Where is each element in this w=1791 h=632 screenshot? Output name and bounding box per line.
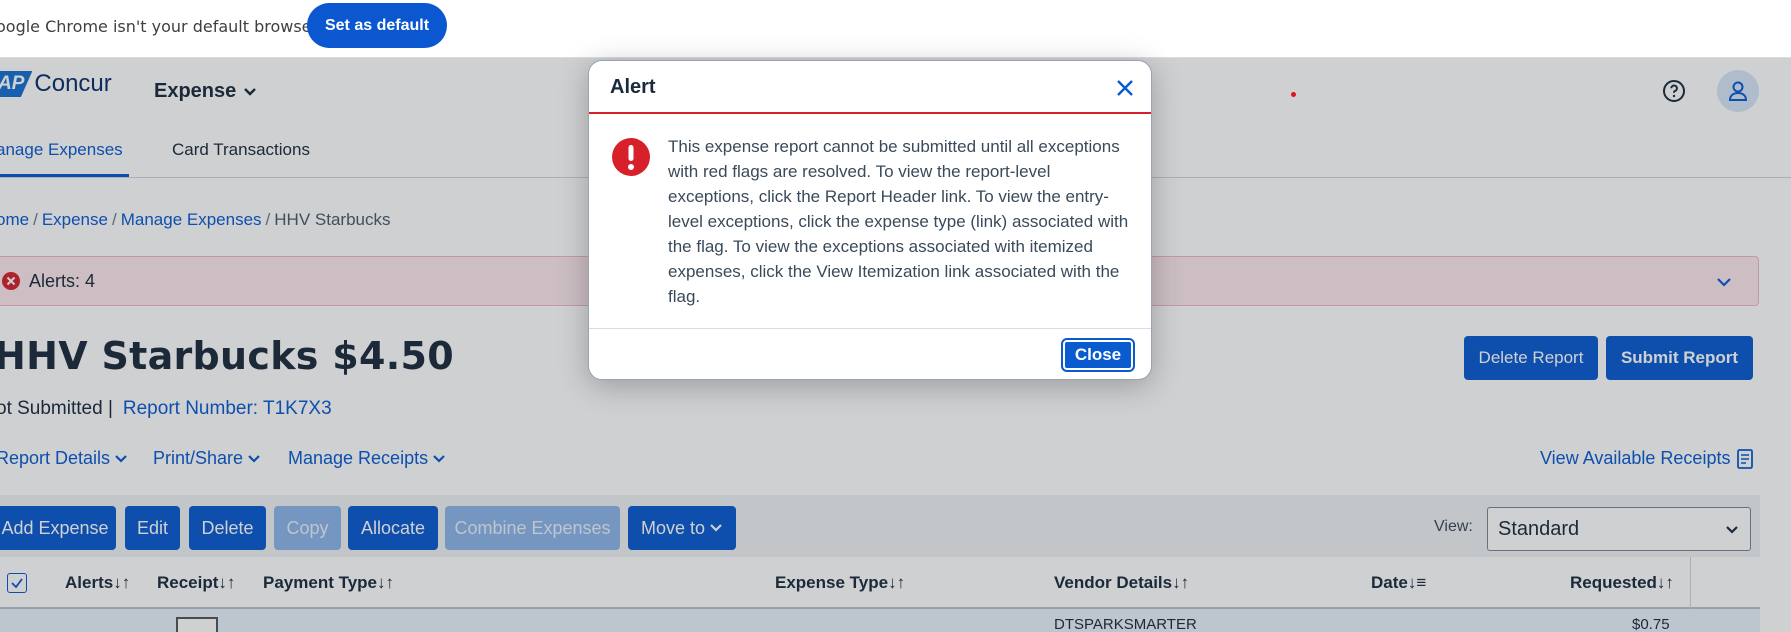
notification-dot xyxy=(1291,92,1296,97)
alert-dialog: Alert This expense report cannot be subm… xyxy=(588,60,1152,380)
close-button[interactable]: Close xyxy=(1061,338,1135,372)
chrome-default-message: oogle Chrome isn't your default browser xyxy=(0,17,319,36)
close-icon[interactable] xyxy=(1114,77,1136,99)
set-as-default-button[interactable]: Set as default xyxy=(307,3,447,48)
chrome-default-browser-bar: oogle Chrome isn't your default browser … xyxy=(0,0,1791,58)
dialog-divider xyxy=(589,112,1151,114)
exclamation-circle-icon xyxy=(612,138,650,176)
dialog-message: This expense report cannot be submitted … xyxy=(668,137,1129,306)
dialog-title: Alert xyxy=(610,76,656,98)
dialog-footer-divider xyxy=(589,328,1151,329)
